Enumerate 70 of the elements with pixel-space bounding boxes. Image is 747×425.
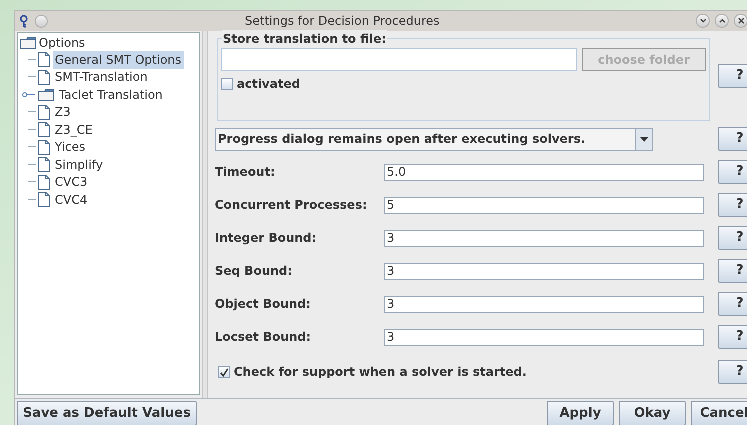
- document-icon: [38, 174, 50, 190]
- window-title: Settings for Decision Procedures: [245, 13, 440, 30]
- tree-line-icon: [28, 181, 36, 184]
- folder-icon: [38, 88, 54, 101]
- dialog-button[interactable]: Okay: [619, 401, 686, 425]
- value-field[interactable]: 5.0: [384, 164, 704, 180]
- chevron-up-icon: [718, 18, 726, 24]
- expand-handle-icon[interactable]: [22, 92, 36, 98]
- tree-item[interactable]: SMT-Translation: [53, 68, 150, 86]
- check-icon: [220, 368, 228, 376]
- field-label: Object Bound:: [214, 296, 312, 313]
- chevron-down-icon: [700, 18, 706, 24]
- tree-item[interactable]: CVC4: [53, 190, 90, 209]
- value-field[interactable]: 3: [384, 230, 704, 246]
- tree-item[interactable]: Simplify: [53, 156, 106, 174]
- field-label: Seq Bound:: [214, 263, 294, 280]
- dialog-button[interactable]: Apply: [547, 401, 614, 425]
- tree-item[interactable]: General SMT Options: [53, 50, 184, 69]
- tree-line-icon: [28, 146, 36, 148]
- checkbox-label: activated: [237, 76, 300, 93]
- close-icon: [738, 18, 744, 24]
- tree-item[interactable]: Options: [39, 34, 86, 52]
- help-button[interactable]: ?: [718, 64, 747, 88]
- value-field[interactable]: 3: [384, 262, 704, 280]
- value-field[interactable]: 3: [384, 296, 704, 312]
- help-button[interactable]: ?: [718, 325, 747, 349]
- tree-item[interactable]: CVC3: [53, 173, 90, 192]
- value-field[interactable]: 5: [384, 196, 704, 214]
- document-icon: [38, 104, 50, 120]
- tree-line-icon: [28, 76, 36, 78]
- tree-line-icon: [28, 164, 36, 166]
- save-defaults-button[interactable]: Save as Default Values: [17, 401, 197, 425]
- maximize-button[interactable]: [715, 14, 729, 28]
- field-label: Concurrent Processes:: [214, 197, 368, 214]
- help-button[interactable]: ?: [718, 226, 747, 250]
- document-icon: [38, 70, 50, 85]
- tree-item[interactable]: Z3: [53, 103, 73, 122]
- field-label: Integer Bound:: [214, 230, 318, 247]
- dropdown-value: Progress dialog remains open after executing solvers.: [218, 131, 587, 148]
- help-button[interactable]: ?: [718, 360, 747, 384]
- field-label: Locset Bound:: [214, 329, 312, 346]
- dropdown-arrow-icon: [640, 136, 648, 142]
- document-icon: [38, 192, 50, 208]
- field-label: Timeout:: [214, 164, 276, 181]
- path-field[interactable]: [221, 48, 577, 71]
- minimize-button[interactable]: [696, 14, 710, 28]
- document-icon: [38, 140, 50, 155]
- progress-dropdown[interactable]: Progress dialog remains open after executing solvers.: [215, 128, 653, 150]
- help-button[interactable]: ?: [718, 193, 747, 217]
- tree-line-icon: [28, 58, 36, 61]
- help-button[interactable]: ?: [718, 259, 747, 283]
- tree-line-icon: [28, 111, 36, 114]
- help-button[interactable]: ?: [718, 160, 747, 184]
- tree-line-icon: [28, 128, 36, 131]
- tree-item[interactable]: Z3_CE: [53, 120, 95, 139]
- value-field[interactable]: 3: [384, 328, 704, 346]
- document-icon: [38, 157, 50, 172]
- checkbox[interactable]: [221, 78, 233, 90]
- folder-icon: [20, 36, 36, 48]
- tree-line-icon: [28, 198, 36, 201]
- document-icon: [38, 52, 50, 68]
- tree-item[interactable]: Taclet Translation: [57, 86, 165, 104]
- checkbox-label: Check for support when a solver is started.: [234, 364, 527, 381]
- document-icon: [38, 122, 50, 138]
- key-icon: [19, 14, 29, 28]
- tree-item[interactable]: Yices: [53, 138, 88, 156]
- checkbox[interactable]: [218, 366, 230, 378]
- help-button[interactable]: ?: [718, 127, 747, 151]
- help-button[interactable]: ?: [718, 292, 747, 316]
- close-button[interactable]: [734, 14, 747, 28]
